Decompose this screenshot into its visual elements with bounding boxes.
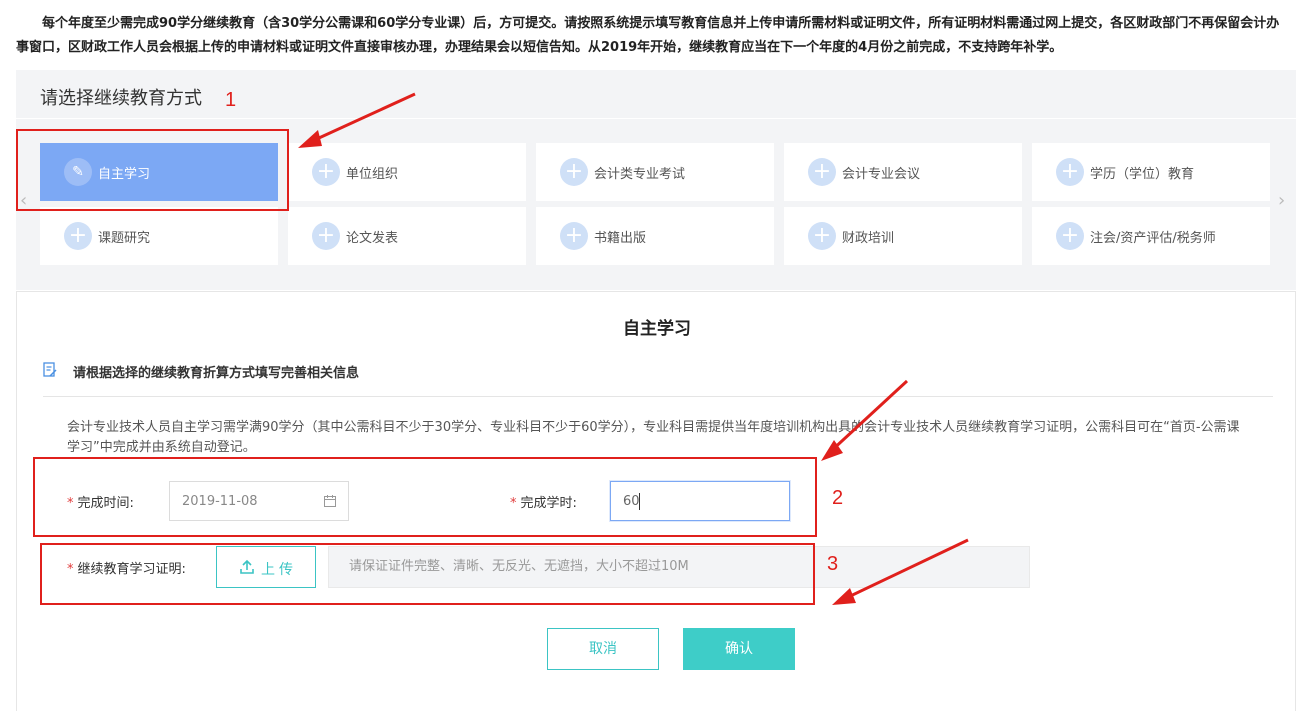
completion-time-label-text: 完成时间:	[77, 496, 134, 511]
method-label: 书籍出版	[594, 231, 647, 246]
required-mark: *	[67, 562, 74, 577]
method-label: 单位组织	[346, 167, 399, 182]
upload-label: 上传	[261, 562, 297, 578]
step-number-2: 2	[832, 487, 844, 509]
panel-divider	[16, 118, 1296, 119]
plus-icon: +	[312, 222, 340, 250]
method-label: 学历（学位）教育	[1090, 167, 1195, 182]
method-paper-publication[interactable]: + 论文发表	[288, 207, 526, 265]
completion-hours-label: * 完成学时:	[510, 492, 577, 511]
method-book-publication[interactable]: + 书籍出版	[536, 207, 774, 265]
method-finance-training[interactable]: + 财政培训	[784, 207, 1022, 265]
method-label: 会计专业会议	[842, 167, 921, 182]
confirm-button[interactable]: 确认	[683, 628, 795, 670]
chevron-left-icon[interactable]: ‹	[20, 190, 27, 211]
method-label: 课题研究	[98, 231, 151, 246]
plus-icon: +	[808, 158, 836, 186]
form-title: 自主学习	[623, 319, 691, 339]
required-mark: *	[67, 496, 74, 511]
method-label: 自主学习	[98, 167, 151, 182]
method-cpa-tax[interactable]: + 注会/资产评估/税务师	[1032, 207, 1270, 265]
method-unit-organized[interactable]: + 单位组织	[288, 143, 526, 201]
method-degree-education[interactable]: + 学历（学位）教育	[1032, 143, 1270, 201]
certificate-label-text: 继续教育学习证明:	[77, 562, 186, 577]
section-title: 请根据选择的继续教育折算方式填写完善相关信息	[73, 366, 360, 381]
plus-icon: +	[560, 158, 588, 186]
panel-title: 请选择继续教育方式	[40, 88, 202, 109]
method-research-project[interactable]: + 课题研究	[40, 207, 278, 265]
method-label: 注会/资产评估/税务师	[1090, 231, 1216, 246]
completion-hours-label-text: 完成学时:	[520, 496, 577, 511]
upload-icon	[240, 559, 254, 574]
completion-hours-input[interactable]: 60	[610, 481, 790, 521]
step-number-1: 1	[225, 89, 237, 111]
method-label: 会计类专业考试	[594, 167, 686, 182]
plus-icon: +	[1056, 158, 1084, 186]
certificate-label: * 继续教育学习证明:	[67, 558, 186, 577]
method-accounting-exam[interactable]: + 会计类专业考试	[536, 143, 774, 201]
required-mark: *	[510, 496, 517, 511]
chevron-right-icon[interactable]: ›	[1278, 190, 1285, 211]
completion-time-value: 2019-11-08	[182, 494, 258, 509]
method-label: 财政培训	[842, 231, 895, 246]
method-accounting-conference[interactable]: + 会计专业会议	[784, 143, 1022, 201]
completion-hours-value: 60	[623, 494, 640, 509]
method-label: 论文发表	[346, 231, 399, 246]
cancel-button[interactable]: 取消	[547, 628, 659, 670]
plus-icon: +	[64, 222, 92, 250]
notice-text: 每个年度至少需完成90学分继续教育（含30学分公需课和60学分专业课）后，方可提…	[16, 16, 1280, 55]
completion-time-label: * 完成时间:	[67, 492, 134, 511]
text-caret	[639, 493, 640, 510]
plus-icon: +	[1056, 222, 1084, 250]
study-description: 会计专业技术人员自主学习需学满90学分（其中公需科目不少于30学分、专业科目不少…	[67, 420, 1240, 455]
pencil-icon: ✎	[64, 158, 92, 186]
plus-icon: +	[312, 158, 340, 186]
upload-hint-box: 请保证证件完整、清晰、无反光、无遮挡，大小不超过10M	[328, 546, 1030, 588]
calendar-icon[interactable]	[324, 495, 336, 507]
upload-button[interactable]: 上传	[216, 546, 316, 588]
completion-time-input[interactable]: 2019-11-08	[169, 481, 349, 521]
plus-icon: +	[560, 222, 588, 250]
step-number-3: 3	[827, 553, 839, 575]
plus-icon: +	[808, 222, 836, 250]
document-edit-icon	[43, 362, 57, 377]
method-panel: 请选择继续教育方式 ✎ 自主学习 + 单位组织 + 会计类专业考试 + 会计专业…	[16, 70, 1296, 290]
form-panel: 自主学习 请根据选择的继续教育折算方式填写完善相关信息 会计专业技术人员自主学习…	[16, 291, 1296, 711]
method-self-study[interactable]: ✎ 自主学习	[40, 143, 278, 201]
form-divider	[43, 396, 1273, 397]
